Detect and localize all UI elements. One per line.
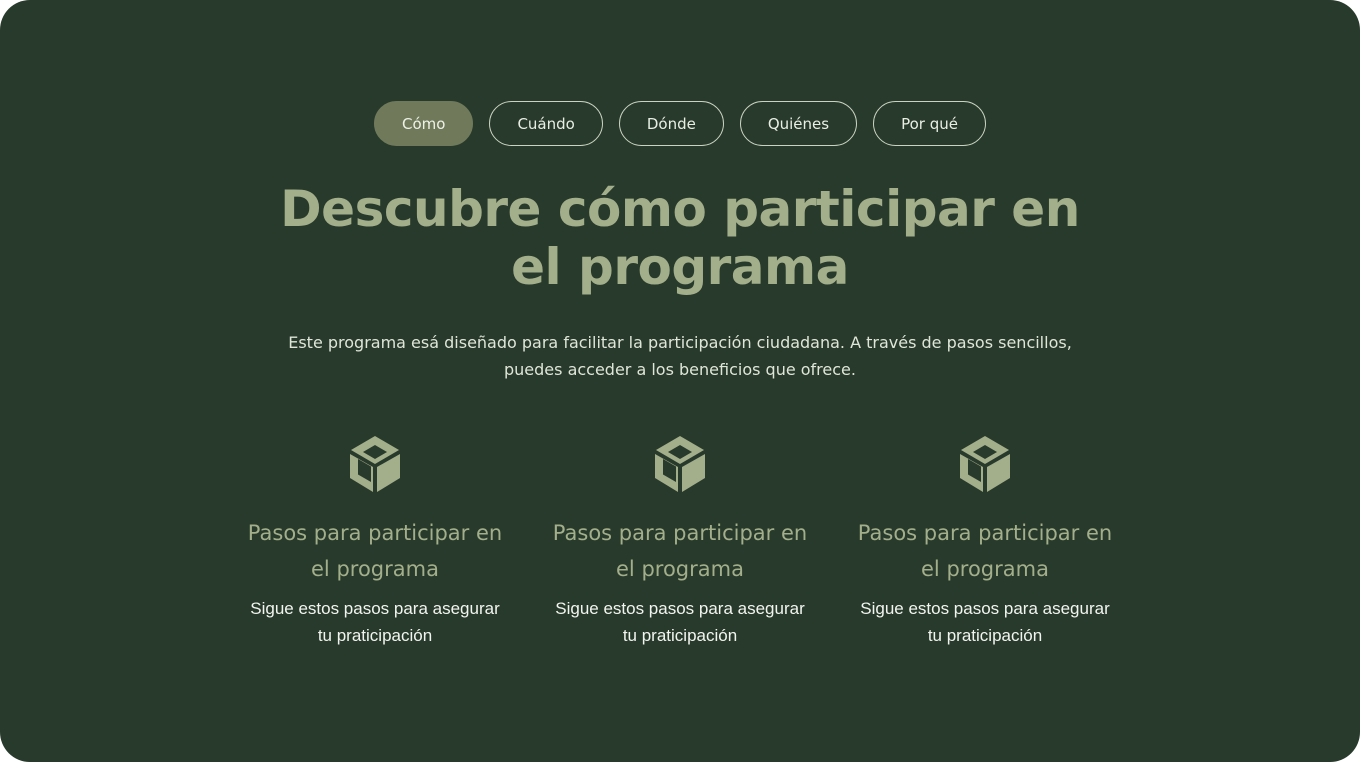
intro-text-line-2: puedes acceder a los beneficios que ofre… bbox=[504, 360, 856, 379]
feature-description: Sigue estos pasos para asegurar tu prati… bbox=[250, 595, 500, 649]
feature-description-line-1: Sigue estos pasos para asegurar bbox=[860, 599, 1110, 618]
feature-description-line-2: tu praticipación bbox=[622, 626, 738, 645]
page-title: Descubre cómo participar en el programa bbox=[230, 180, 1130, 296]
feature-title-line-2: el programa bbox=[921, 557, 1049, 581]
tab-como[interactable]: Cómo bbox=[374, 101, 474, 146]
cube-icon bbox=[350, 436, 400, 492]
feature-title-line-1: Pasos para participar en bbox=[857, 521, 1113, 545]
feature-title-line-1: Pasos para participar en bbox=[247, 521, 503, 545]
tab-cuando[interactable]: Cuándo bbox=[489, 101, 603, 146]
feature-description-line-1: Sigue estos pasos para asegurar bbox=[250, 599, 500, 618]
feature-title-line-1: Pasos para participar en bbox=[552, 521, 808, 545]
intro-text: Este programa esá diseñado para facilita… bbox=[270, 329, 1090, 383]
question-tabs: Cómo Cuándo Dónde Quiénes Por qué bbox=[0, 101, 1360, 146]
feature-title: Pasos para participar en el programa bbox=[248, 515, 502, 587]
feature-title-line-2: el programa bbox=[311, 557, 439, 581]
feature-title: Pasos para participar en el programa bbox=[858, 515, 1112, 587]
cube-icon bbox=[655, 436, 705, 492]
feature-description-line-1: Sigue estos pasos para asegurar bbox=[555, 599, 805, 618]
feature-title: Pasos para participar en el programa bbox=[553, 515, 807, 587]
cube-icon bbox=[960, 436, 1010, 492]
page-title-line-2: el programa bbox=[511, 238, 849, 296]
feature-card: Pasos para participar en el programa Sig… bbox=[853, 433, 1118, 649]
feature-title-line-2: el programa bbox=[616, 557, 744, 581]
feature-description-line-2: tu praticipación bbox=[927, 626, 1043, 645]
page-title-line-1: Descubre cómo participar en bbox=[280, 180, 1080, 238]
feature-description-line-2: tu praticipación bbox=[317, 626, 433, 645]
feature-card: Pasos para participar en el programa Sig… bbox=[243, 433, 508, 649]
tab-por-que[interactable]: Por qué bbox=[873, 101, 986, 146]
feature-description: Sigue estos pasos para asegurar tu prati… bbox=[860, 595, 1110, 649]
tab-quienes[interactable]: Quiénes bbox=[739, 101, 858, 146]
feature-list: Pasos para participar en el programa Sig… bbox=[0, 433, 1360, 649]
feature-description: Sigue estos pasos para asegurar tu prati… bbox=[555, 595, 805, 649]
tab-donde[interactable]: Dónde bbox=[618, 101, 724, 146]
feature-card: Pasos para participar en el programa Sig… bbox=[548, 433, 813, 649]
intro-text-line-1: Este programa esá diseñado para facilita… bbox=[288, 333, 1072, 352]
info-section: Cómo Cuándo Dónde Quiénes Por qué Descub… bbox=[0, 0, 1360, 762]
